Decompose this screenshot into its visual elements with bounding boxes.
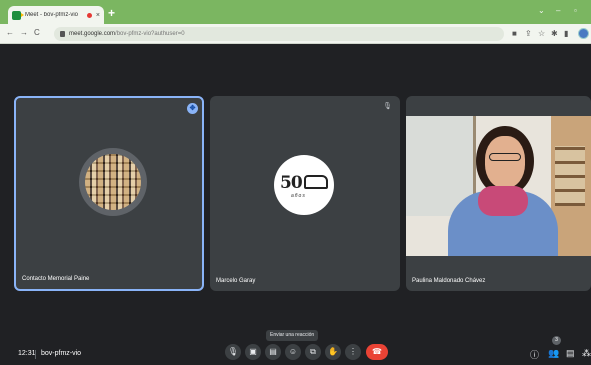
person-scarf <box>478 186 528 216</box>
chat-icon[interactable]: ▤ <box>566 348 575 359</box>
sidepanel-icon[interactable]: ▮ <box>564 29 568 38</box>
meet-favicon-icon <box>12 10 24 20</box>
tab-title: Meet - bov-pfmz-vio <box>25 12 79 18</box>
logo-subtext: años <box>291 193 306 199</box>
mic-off-icon: 🎙 <box>383 103 392 110</box>
raise-hand-icon[interactable]: ✋ <box>325 344 341 360</box>
logo-avatar: 50 años <box>274 155 334 215</box>
more-options-icon[interactable]: ⋮ <box>345 344 361 360</box>
captions-icon[interactable]: ▤ <box>265 344 281 360</box>
lock-icon <box>60 31 65 37</box>
reload-icon[interactable]: C <box>34 28 40 37</box>
back-icon[interactable]: ← <box>6 28 14 37</box>
participants-count-badge: 3 <box>552 336 561 345</box>
url-text: meet.google.com/bov-pfmz-vio?authuser=0 <box>69 31 185 37</box>
maximize-button[interactable]: ▫ <box>574 6 577 15</box>
end-call-icon[interactable]: ☎ <box>366 344 388 360</box>
emoji-icon[interactable]: ☺ <box>285 344 301 360</box>
participant-name: Marcelo Garay <box>216 278 256 284</box>
minimize-button[interactable]: – <box>556 6 560 15</box>
logo-number: 50 <box>280 173 303 193</box>
share-icon[interactable]: ⇪ <box>525 29 532 38</box>
browser-toolbar: ← → C meet.google.com/bov-pfmz-vio?authu… <box>0 24 591 44</box>
meeting-code: bov-pfmz-vio <box>41 350 82 357</box>
browser-tab-strip: Meet - bov-pfmz-vio × + ⌄ – ▫ <box>0 0 591 24</box>
group-photo-avatar <box>85 154 141 210</box>
camera-icon[interactable]: ▣ <box>245 344 261 360</box>
participant-name: Paulina Maldonado Chávez <box>412 278 486 284</box>
car-logo-icon <box>304 175 328 189</box>
participant-tile-marcelo[interactable]: 🎙 50 años Marcelo Garay <box>210 96 400 291</box>
tab-close-icon[interactable]: × <box>96 12 100 19</box>
camera-permission-icon[interactable]: ■ <box>512 29 517 38</box>
forward-icon[interactable]: → <box>20 28 28 37</box>
activities-icon[interactable]: ⁂ <box>582 348 591 359</box>
participant-tile-contacto[interactable]: ✥ Contacto Memorial Paine <box>14 96 204 291</box>
call-controls-bar: 12:31 bov-pfmz-vio Enviar una reacción 🎙… <box>0 300 591 365</box>
bookmark-star-icon[interactable]: ☆ <box>538 29 545 38</box>
present-icon[interactable]: ⧉ <box>305 344 321 360</box>
recording-dot-icon <box>86 12 92 18</box>
glasses-icon <box>489 153 521 161</box>
profile-avatar[interactable] <box>578 28 589 39</box>
extensions-icon[interactable]: ✱ <box>551 29 558 38</box>
mic-icon[interactable]: 🎙 <box>225 344 241 360</box>
people-icon[interactable]: 👥 <box>548 348 559 359</box>
camera-video-feed <box>406 116 591 256</box>
participant-tile-paulina[interactable]: Paulina Maldonado Chávez <box>406 96 591 291</box>
person-face <box>485 136 525 188</box>
reaction-tooltip: Enviar una reacción <box>266 330 319 341</box>
divider <box>35 350 36 359</box>
browser-tab-meet[interactable]: Meet - bov-pfmz-vio × <box>8 6 104 24</box>
address-bar[interactable]: meet.google.com/bov-pfmz-vio?authuser=0 <box>54 27 504 41</box>
participant-name: Contacto Memorial Paine <box>22 276 90 282</box>
tab-search-icon[interactable]: ⌄ <box>538 6 545 15</box>
pin-icon[interactable]: ✥ <box>187 103 198 114</box>
clock-time: 12:31 <box>18 350 36 357</box>
info-icon[interactable]: ⓘ <box>530 348 539 361</box>
new-tab-button[interactable]: + <box>108 7 115 19</box>
